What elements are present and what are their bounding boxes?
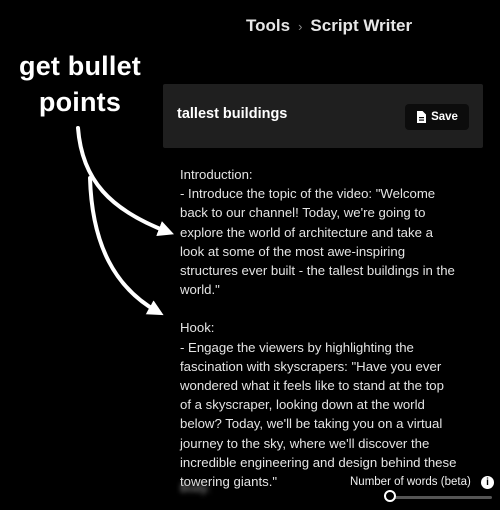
script-title-card: tallest buildings Save [163,84,483,148]
number-of-words-slider-track[interactable] [392,496,492,499]
script-text-area[interactable]: Introduction: - Introduce the topic of t… [180,165,458,510]
arrow-to-hook [88,176,164,316]
script-paragraph-hook: Hook: - Engage the viewers by highlighti… [180,320,457,490]
document-icon [417,111,427,123]
save-button[interactable]: Save [405,104,469,130]
blurred-section-label: Body: [180,481,211,495]
script-title[interactable]: tallest buildings [177,106,287,122]
script-paragraph-introduction: Introduction: - Introduce the topic of t… [180,167,455,298]
info-icon[interactable]: i [481,476,494,489]
save-button-label: Save [431,111,458,123]
number-of-words-label: Number of words (beta) [350,476,471,488]
number-of-words-slider-thumb[interactable] [384,490,396,502]
